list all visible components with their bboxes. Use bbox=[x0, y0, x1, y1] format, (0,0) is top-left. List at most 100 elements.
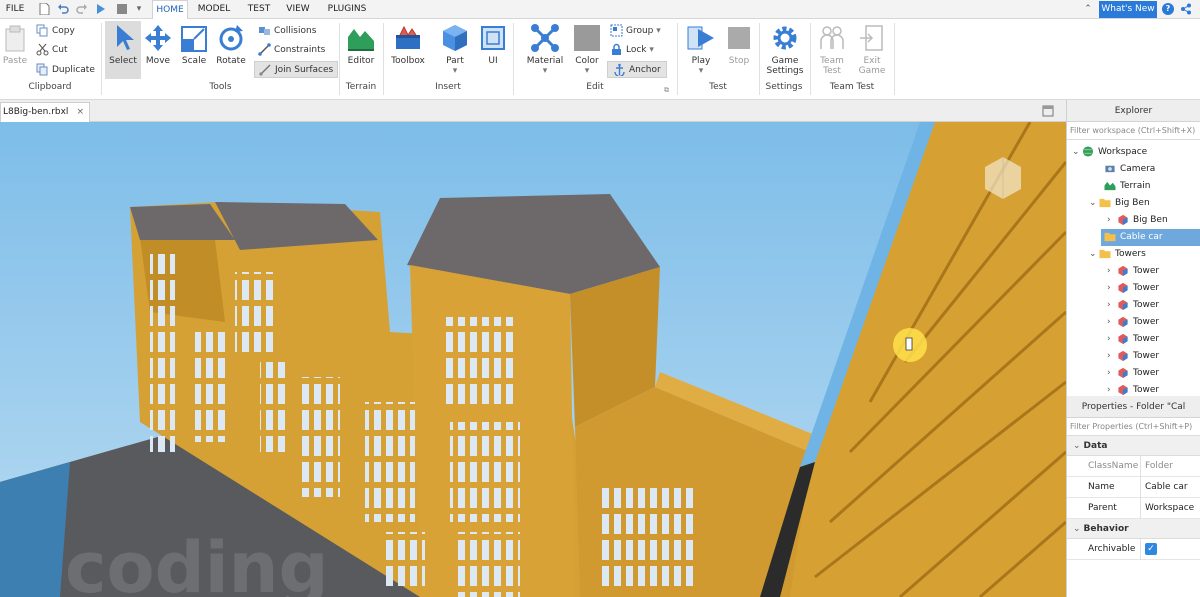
cut-label: Cut bbox=[52, 45, 68, 55]
tree-item-tower[interactable]: › Tower bbox=[1067, 348, 1159, 365]
copy-button[interactable]: Copy bbox=[36, 23, 75, 40]
rotate-button[interactable]: Rotate bbox=[214, 23, 248, 66]
part-button[interactable]: Part ▾ bbox=[438, 23, 472, 76]
tree-item-tower[interactable]: › Tower bbox=[1067, 365, 1159, 382]
archivable-checkbox[interactable]: ✓ bbox=[1145, 543, 1157, 555]
property-row-parent[interactable]: Parent Workspace bbox=[1067, 498, 1200, 519]
color-dropdown-icon[interactable]: ▾ bbox=[572, 66, 602, 76]
collisions-toggle[interactable]: Collisions bbox=[258, 23, 316, 40]
whats-new-button[interactable]: What's New bbox=[1099, 1, 1157, 18]
share-icon[interactable] bbox=[1180, 3, 1192, 15]
quick-access-dropdown-icon[interactable]: ▾ bbox=[134, 0, 144, 19]
tab-test[interactable]: TEST bbox=[242, 0, 276, 19]
expanded-chevron-icon[interactable]: ⌄ bbox=[1089, 246, 1099, 263]
play-button[interactable]: Play ▾ bbox=[684, 23, 718, 76]
stop-button[interactable]: Stop bbox=[724, 23, 754, 66]
duplicate-button[interactable]: Duplicate bbox=[36, 62, 95, 79]
tree-item-big-ben-model[interactable]: › Big Ben bbox=[1067, 212, 1168, 229]
tree-item-tower[interactable]: › Tower bbox=[1067, 297, 1159, 314]
tree-item-camera[interactable]: Camera bbox=[1067, 161, 1155, 178]
folder-icon bbox=[1104, 232, 1116, 242]
constraints-toggle[interactable]: Constraints bbox=[258, 42, 325, 59]
toolbox-button[interactable]: Toolbox bbox=[388, 23, 428, 66]
move-button[interactable]: Move bbox=[143, 23, 173, 66]
file-menu[interactable]: FILE bbox=[4, 0, 26, 19]
lock-label: Lock bbox=[626, 45, 647, 55]
play-here-icon[interactable] bbox=[95, 3, 107, 15]
game-settings-button[interactable]: Game Settings bbox=[764, 23, 806, 76]
tree-item-cable-car-folder[interactable]: Cable car bbox=[1101, 229, 1200, 246]
properties-filter-input[interactable]: Filter Properties (Ctrl+Shift+P) bbox=[1067, 418, 1200, 436]
tree-item-tower[interactable]: › Tower bbox=[1067, 314, 1159, 331]
collapse-chevron-icon[interactable]: ⌄ bbox=[1073, 441, 1081, 451]
tree-item-tower[interactable]: › Tower bbox=[1067, 382, 1159, 396]
tab-home[interactable]: HOME bbox=[152, 0, 188, 20]
data-category-label: Data bbox=[1083, 441, 1108, 451]
part-dropdown-icon[interactable]: ▾ bbox=[438, 66, 472, 76]
group-button[interactable]: Group ▾ bbox=[610, 23, 661, 40]
cut-button[interactable]: Cut bbox=[36, 42, 68, 59]
undo-icon[interactable] bbox=[57, 3, 69, 15]
collapsed-chevron-icon[interactable]: › bbox=[1107, 263, 1117, 280]
collapsed-chevron-icon[interactable]: › bbox=[1107, 382, 1117, 396]
tab-plugins[interactable]: PLUGINS bbox=[323, 0, 371, 19]
model-icon bbox=[1118, 316, 1128, 327]
explorer-filter-input[interactable]: Filter workspace (Ctrl+Shift+X) bbox=[1067, 122, 1200, 140]
tree-item-big-ben-folder[interactable]: ⌄ Big Ben bbox=[1067, 195, 1200, 212]
anchor-icon bbox=[614, 63, 625, 78]
collisions-label: Collisions bbox=[274, 26, 317, 36]
collapsed-chevron-icon[interactable]: › bbox=[1107, 348, 1117, 365]
collapsed-chevron-icon[interactable]: › bbox=[1107, 280, 1117, 297]
play-dropdown-icon[interactable]: ▾ bbox=[684, 66, 718, 76]
material-dropdown-icon[interactable]: ▾ bbox=[524, 66, 566, 76]
tree-item-tower[interactable]: › Tower bbox=[1067, 263, 1159, 280]
property-row-name[interactable]: Name Cable car bbox=[1067, 477, 1200, 498]
document-tab-title: L8Big-ben.rbxl bbox=[3, 107, 69, 117]
tree-item-towers-folder[interactable]: ⌄ Towers bbox=[1067, 246, 1146, 263]
restore-window-icon[interactable] bbox=[1042, 105, 1054, 117]
properties-panel: Properties - Folder "Cal Filter Properti… bbox=[1066, 396, 1200, 597]
behavior-category[interactable]: ⌄ Behavior bbox=[1067, 519, 1200, 539]
collapsed-chevron-icon[interactable]: › bbox=[1107, 212, 1117, 229]
anchor-toggle[interactable]: Anchor bbox=[607, 61, 667, 78]
expanded-chevron-icon[interactable]: ⌄ bbox=[1089, 195, 1099, 212]
collapse-ribbon-icon[interactable]: ⌃ bbox=[1082, 0, 1094, 19]
tree-item-tower[interactable]: › Tower bbox=[1067, 331, 1159, 348]
collapsed-chevron-icon[interactable]: › bbox=[1107, 365, 1117, 382]
tab-view[interactable]: VIEW bbox=[283, 0, 313, 19]
paste-button[interactable]: Paste bbox=[2, 25, 28, 66]
ui-button[interactable]: UI bbox=[478, 23, 508, 66]
tree-item-label: Workspace bbox=[1098, 147, 1148, 157]
material-button[interactable]: Material ▾ bbox=[524, 23, 566, 76]
new-file-icon[interactable] bbox=[38, 3, 50, 15]
close-tab-icon[interactable]: × bbox=[76, 103, 84, 121]
redo-icon[interactable] bbox=[76, 3, 88, 15]
help-icon[interactable]: ? bbox=[1162, 3, 1174, 15]
tree-item-tower[interactable]: › Tower bbox=[1067, 280, 1159, 297]
terrain-editor-button[interactable]: Editor bbox=[343, 23, 379, 66]
document-tab[interactable]: L8Big-ben.rbxl × bbox=[0, 102, 90, 122]
data-category[interactable]: ⌄ Data bbox=[1067, 436, 1200, 456]
gear-icon bbox=[773, 26, 797, 50]
collapse-chevron-icon[interactable]: ⌄ bbox=[1073, 524, 1081, 534]
collapsed-chevron-icon[interactable]: › bbox=[1107, 331, 1117, 348]
property-row-archivable[interactable]: Archivable ✓ bbox=[1067, 539, 1200, 560]
scale-button[interactable]: Scale bbox=[178, 23, 210, 66]
join-surfaces-toggle[interactable]: Join Surfaces bbox=[254, 61, 339, 78]
select-button[interactable]: Select bbox=[105, 21, 141, 79]
lock-button[interactable]: Lock ▾ bbox=[610, 42, 654, 59]
stop-icon[interactable] bbox=[116, 3, 128, 15]
property-value[interactable]: Cable car bbox=[1145, 477, 1188, 498]
3d-viewport[interactable]: coding bbox=[0, 122, 1066, 597]
collapsed-chevron-icon[interactable]: › bbox=[1107, 297, 1117, 314]
team-test-button[interactable]: Team Test bbox=[816, 23, 848, 76]
color-button[interactable]: Color ▾ bbox=[572, 23, 602, 76]
exit-game-button[interactable]: Exit Game bbox=[856, 23, 888, 76]
tree-item-workspace[interactable]: ⌄ Workspace bbox=[1067, 144, 1147, 161]
collapsed-chevron-icon[interactable]: › bbox=[1107, 314, 1117, 331]
property-row-classname[interactable]: ClassName Folder bbox=[1067, 456, 1200, 477]
tree-item-terrain[interactable]: Terrain bbox=[1067, 178, 1150, 195]
expanded-chevron-icon[interactable]: ⌄ bbox=[1072, 144, 1082, 161]
tab-model[interactable]: MODEL bbox=[194, 0, 234, 19]
edit-group-expand-icon[interactable]: ⧉ bbox=[664, 86, 669, 95]
